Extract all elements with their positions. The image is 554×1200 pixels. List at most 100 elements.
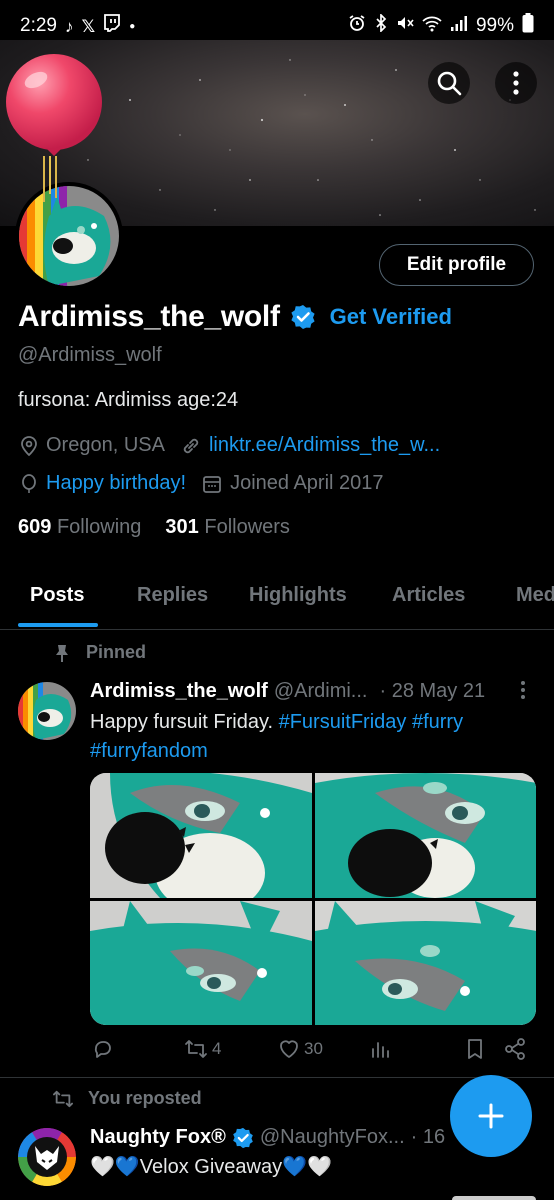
- post-author-handle[interactable]: @Ardimi...: [274, 680, 368, 703]
- calendar-icon: [203, 475, 221, 493]
- post-media-preview[interactable]: [452, 1196, 536, 1200]
- search-icon: [437, 71, 462, 96]
- post-actions: 4 30: [92, 1038, 532, 1062]
- post-body: Happy fursuit Friday. #FursuitFriday #fu…: [90, 708, 530, 766]
- tab-posts[interactable]: Posts: [30, 584, 84, 607]
- heart-icon: [280, 1040, 298, 1058]
- pin-icon: [56, 644, 68, 662]
- battery-percent: 99%: [475, 15, 514, 36]
- repost-icon: [53, 1090, 73, 1107]
- followers-label: Followers: [204, 516, 290, 538]
- tab-media[interactable]: Med: [516, 584, 554, 607]
- post-divider: [0, 1077, 554, 1078]
- share-button[interactable]: [504, 1038, 526, 1060]
- profile-website-link[interactable]: linktr.ee/Ardimiss_the_w...: [209, 434, 440, 457]
- profile-meta-row-2: Happy birthday! Joined April 2017: [20, 472, 384, 495]
- signal-icon: [450, 14, 468, 38]
- follow-counts: 609 Following 301 Followers: [18, 516, 290, 539]
- bluetooth-icon: [374, 12, 388, 38]
- followers-link[interactable]: 301 Followers: [165, 516, 290, 539]
- repost-icon: [185, 1040, 207, 1058]
- post-author-avatar[interactable]: [18, 682, 76, 740]
- views-button[interactable]: [369, 1038, 391, 1060]
- location-pin-icon: [21, 435, 37, 456]
- profile-bio: fursona: Ardimiss age:24: [18, 389, 239, 411]
- following-count: 609: [18, 516, 52, 538]
- like-button[interactable]: 30: [278, 1038, 323, 1060]
- following-link[interactable]: 609 Following: [18, 516, 141, 539]
- joined-date: Joined April 2017: [230, 472, 384, 494]
- birthday-balloon-icon: [4, 52, 108, 207]
- tab-articles[interactable]: Articles: [392, 584, 465, 607]
- share-icon: [505, 1038, 525, 1060]
- analytics-icon: [372, 1042, 389, 1058]
- alarm-icon: [348, 14, 366, 38]
- post-author-avatar[interactable]: [18, 1128, 76, 1186]
- post-image-2[interactable]: [314, 773, 536, 898]
- twitch-icon: [103, 14, 121, 38]
- post-author-name[interactable]: Naughty Fox®: [90, 1126, 226, 1149]
- hashtag-link[interactable]: #furryfandom: [90, 740, 208, 762]
- profile-location: Oregon, USA: [46, 434, 165, 456]
- plus-icon: [478, 1103, 504, 1129]
- birthday-link[interactable]: Happy birthday!: [46, 472, 186, 495]
- repost-count: 4: [212, 1039, 222, 1058]
- display-name: Ardimiss_the_wolf: [18, 300, 280, 333]
- naughty-fox-avatar-image: [18, 1128, 76, 1186]
- post-date[interactable]: · 28 May 21: [379, 680, 485, 703]
- reply-icon: [94, 1041, 111, 1058]
- more-vertical-icon: [513, 71, 519, 95]
- like-count: 30: [304, 1039, 323, 1058]
- post-author-handle[interactable]: @NaughtyFox...: [260, 1126, 405, 1149]
- bookmark-icon: [468, 1039, 482, 1059]
- following-label: Following: [56, 516, 142, 538]
- post-author-name[interactable]: Ardimiss_the_wolf: [90, 680, 268, 703]
- edit-profile-button[interactable]: Edit profile: [379, 244, 534, 286]
- more-options-button[interactable]: [495, 62, 537, 104]
- hashtag-link[interactable]: #FursuitFriday: [279, 711, 407, 733]
- profile-tabs: Posts Replies Highlights Articles Med: [0, 568, 554, 630]
- reply-button[interactable]: [92, 1038, 114, 1060]
- post-image-1[interactable]: [90, 773, 312, 898]
- pinned-label: Pinned: [86, 642, 147, 662]
- post-header: Naughty Fox® @NaughtyFox... · 16: [90, 1126, 460, 1149]
- post-more-button[interactable]: [520, 680, 526, 706]
- verified-badge-icon: [233, 1127, 253, 1148]
- compose-post-button[interactable]: [450, 1075, 532, 1157]
- more-vertical-icon: [521, 681, 525, 699]
- tab-replies[interactable]: Replies: [137, 584, 208, 607]
- active-tab-indicator: [18, 623, 98, 627]
- notification-dot-icon: ●: [129, 20, 136, 32]
- status-time: 2:29: [20, 15, 57, 36]
- profile-handle: @Ardimiss_wolf: [18, 344, 162, 366]
- tab-highlights[interactable]: Highlights: [249, 584, 347, 607]
- link-icon: [183, 438, 199, 453]
- hashtag-link[interactable]: #furry: [412, 711, 463, 733]
- get-verified-link[interactable]: Get Verified: [330, 304, 452, 330]
- battery-icon: [522, 13, 534, 39]
- post-media-grid[interactable]: [90, 773, 536, 1025]
- mute-icon: [396, 14, 414, 38]
- reposted-indicator: You reposted: [52, 1088, 202, 1109]
- verified-badge-icon: [291, 305, 315, 329]
- profile-name-row: Ardimiss_the_wolf Get Verified: [18, 300, 452, 334]
- search-button[interactable]: [428, 62, 470, 104]
- profile-meta-row-1: Oregon, USA linktr.ee/Ardimiss_the_w...: [20, 434, 440, 457]
- status-bar: 2:29 ♪ 𝕏 ● 99%: [0, 0, 554, 52]
- post-header: Ardimiss_the_wolf @Ardimi... · 28 May 21: [90, 680, 530, 703]
- balloon-icon: [22, 473, 36, 493]
- reposted-label: You reposted: [88, 1088, 202, 1108]
- followers-count: 301: [165, 516, 199, 538]
- post-avatar-image: [18, 682, 76, 740]
- post-text: 🤍💙Velox Giveaway💙🤍: [90, 1156, 332, 1178]
- repost-button[interactable]: 4: [184, 1038, 221, 1060]
- x-icon: 𝕏: [81, 16, 96, 36]
- tiktok-icon: ♪: [64, 16, 74, 36]
- post-image-3[interactable]: [90, 900, 312, 1025]
- post-image-4[interactable]: [314, 900, 536, 1025]
- wifi-icon: [422, 14, 442, 38]
- pinned-indicator: Pinned: [52, 642, 146, 663]
- post-date[interactable]: · 16: [411, 1126, 445, 1149]
- bookmark-button[interactable]: [465, 1038, 485, 1060]
- post-text: Happy fursuit Friday.: [90, 711, 279, 733]
